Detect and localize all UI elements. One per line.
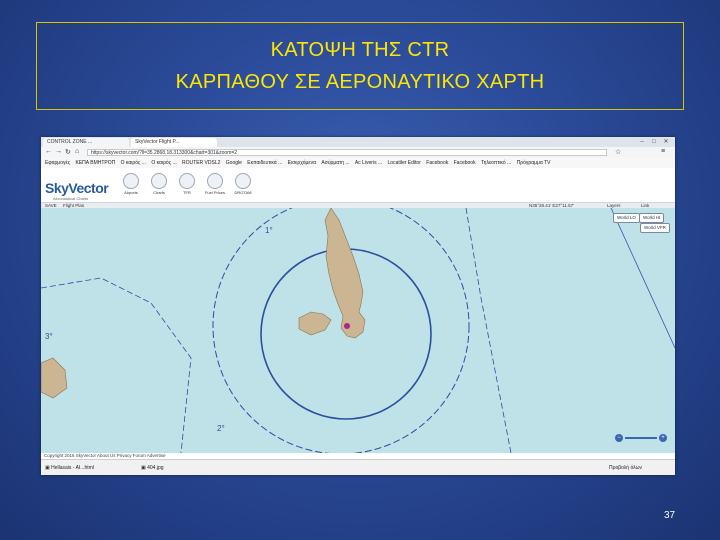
bookmark-item[interactable]: Locatiler Editor bbox=[388, 158, 421, 168]
url-input[interactable]: https://skyvector.com/?ll=35.2868,18.313… bbox=[87, 149, 607, 156]
airport-symbol bbox=[344, 323, 350, 329]
karpathos-island bbox=[324, 208, 366, 339]
tab-skyvector[interactable]: SkyVector Flight P... bbox=[131, 138, 217, 147]
bookmark-item[interactable]: Πρόγραμμα TV bbox=[517, 158, 551, 168]
chart-label-1: 1° bbox=[265, 226, 273, 235]
nav-drotam[interactable]: DROTAM bbox=[231, 173, 255, 195]
airport-icon bbox=[123, 173, 139, 189]
globe-icon bbox=[151, 173, 167, 189]
logo-subtitle: Aeronautical Charts bbox=[53, 196, 89, 201]
plane-icon bbox=[235, 173, 251, 189]
chart-label-3: 3° bbox=[45, 332, 53, 341]
zoom-in-icon[interactable]: + bbox=[659, 434, 667, 442]
downloads-bar: ▣ Hellasais - AI...html ▣ 404.jpg Προβολ… bbox=[41, 459, 675, 475]
download-item[interactable]: ▣ 404.jpg bbox=[141, 463, 201, 473]
bookmark-item[interactable]: Εφαρμογές bbox=[45, 158, 70, 168]
zoom-out-icon[interactable]: − bbox=[615, 434, 623, 442]
title-box: ΚΑΤΟΨΗ ΤΗΣ CTR ΚΑΡΠΑΘΟΥ ΣΕ ΑΕΡΟΝΑΥΤΙΚΟ Χ… bbox=[36, 22, 684, 110]
world-lo-button[interactable]: World LO bbox=[613, 213, 640, 223]
file-icon: ▣ bbox=[45, 465, 50, 471]
forward-icon[interactable]: → bbox=[55, 148, 62, 155]
bookmark-item[interactable]: Facebook bbox=[454, 158, 476, 168]
bookmark-item[interactable]: Τηλεοπτικό ... bbox=[481, 158, 511, 168]
bookmark-item[interactable]: ΚΕΠΑ ΒΜΗΤΡΟΠ bbox=[76, 158, 116, 168]
fuel-icon bbox=[207, 173, 223, 189]
star-icon[interactable]: ☆ bbox=[615, 148, 621, 156]
image-icon: ▣ bbox=[141, 465, 146, 471]
browser-screenshot: CONTROL ZONE ... SkyVector Flight P... –… bbox=[41, 137, 675, 475]
airspace-boundary-west bbox=[41, 277, 192, 453]
bookmark-item[interactable]: Εισερχόμενα bbox=[288, 158, 316, 168]
zoom-track bbox=[625, 437, 657, 439]
world-hi-button[interactable]: World HI bbox=[639, 213, 665, 223]
slide-title-line-2: ΚΑΡΠΑΘΟΥ ΣΕ ΑΕΡΟΝΑΥΤΙΚΟ ΧΑΡΤΗ bbox=[175, 71, 545, 93]
skyvector-header: SkyVector Aeronautical Charts Airports C… bbox=[41, 168, 675, 202]
bookmark-item[interactable]: Ο καιρός ... bbox=[121, 158, 146, 168]
chart-label-2: 2° bbox=[217, 424, 225, 433]
page-number: 37 bbox=[664, 510, 676, 521]
bookmark-item[interactable]: Facebook bbox=[426, 158, 448, 168]
home-icon[interactable]: ⌂ bbox=[75, 148, 79, 155]
menu-icon[interactable]: ≡ bbox=[661, 148, 665, 155]
nav-fuel[interactable]: Fuel Prices bbox=[203, 173, 227, 195]
back-icon[interactable]: ← bbox=[45, 148, 52, 155]
world-vfr-button[interactable]: World VFR bbox=[640, 223, 670, 233]
chart-graphics: 1° 3° 2° bbox=[41, 208, 675, 453]
bookmark-item[interactable]: Ασύρματη ... bbox=[321, 158, 349, 168]
copyright-text: Copyright 2016 SkyVector About Us Privac… bbox=[44, 453, 166, 458]
bookmark-item[interactable]: ROUTER VDSL2 bbox=[182, 158, 220, 168]
minimize-button[interactable]: – bbox=[637, 138, 647, 146]
kasos-island bbox=[298, 311, 332, 336]
nav-tfr[interactable]: TFR bbox=[175, 173, 199, 195]
slide-title-line-1: ΚΑΤΟΨΗ ΤΗΣ CTR bbox=[270, 39, 450, 61]
tfr-icon bbox=[179, 173, 195, 189]
close-window-button[interactable]: ✕ bbox=[661, 138, 671, 146]
show-all-downloads-link[interactable]: Προβολή όλων bbox=[609, 463, 642, 473]
airspace-boundary-east bbox=[465, 208, 512, 453]
nav-charts[interactable]: Charts bbox=[147, 173, 171, 195]
nav-airports[interactable]: Airports bbox=[119, 173, 143, 195]
tab-bar: CONTROL ZONE ... SkyVector Flight P... –… bbox=[41, 137, 675, 147]
zoom-slider[interactable]: − + bbox=[615, 434, 667, 442]
download-item[interactable]: ▣ Hellasais - AI...html bbox=[45, 463, 135, 473]
tab-control-zone[interactable]: CONTROL ZONE ... bbox=[43, 138, 129, 147]
bookmark-item[interactable]: Google bbox=[226, 158, 242, 168]
reload-icon[interactable]: ↻ bbox=[65, 148, 71, 156]
bookmark-item[interactable]: Εκπαιδευτικά ... bbox=[247, 158, 282, 168]
skyvector-logo[interactable]: SkyVector bbox=[45, 180, 109, 196]
aeronautical-chart-map[interactable]: 1° 3° 2° World LO World HI World VFR − + bbox=[41, 208, 675, 453]
bookmark-item[interactable]: Ac Liveris ... bbox=[355, 158, 382, 168]
bookmark-item[interactable]: Ο καιρός ... bbox=[151, 158, 176, 168]
maximize-button[interactable]: □ bbox=[649, 138, 659, 146]
crete-land bbox=[41, 357, 68, 399]
